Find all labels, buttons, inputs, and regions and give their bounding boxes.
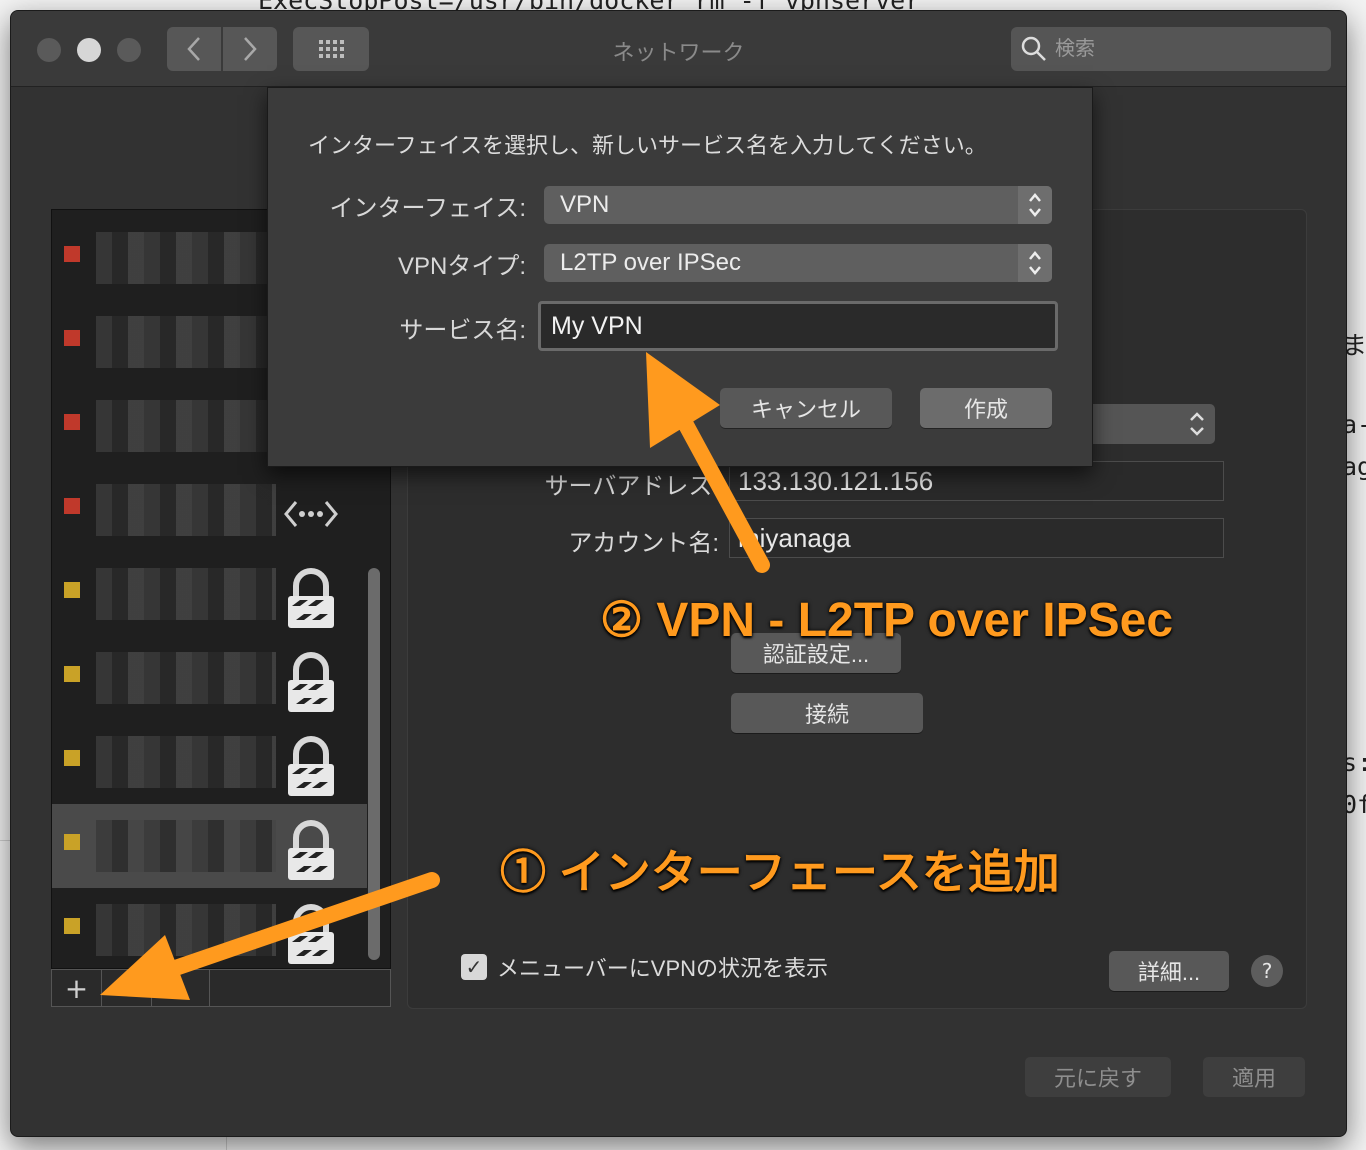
- revert-button[interactable]: 元に戻す: [1025, 1057, 1171, 1097]
- server-address-field[interactable]: 133.130.121.156: [729, 461, 1224, 501]
- status-red-icon: [64, 246, 80, 262]
- show-vpn-status-checkbox[interactable]: ✓: [461, 954, 487, 980]
- advanced-button[interactable]: 詳細...: [1109, 951, 1229, 991]
- service-row[interactable]: [52, 636, 367, 720]
- vpn-type-label: VPNタイプ:: [397, 253, 526, 280]
- service-row[interactable]: [52, 468, 367, 552]
- service-list-scrollbar[interactable]: [368, 568, 380, 960]
- network-preferences-window: ネットワーク 検索 + − ⌄ サーバアドレス: 133.130.121.156…: [10, 10, 1347, 1137]
- status-red-icon: [64, 498, 80, 514]
- server-address-label: サーバアドレス:: [544, 473, 719, 500]
- service-action-menu-button[interactable]: ⌄: [152, 970, 210, 1006]
- create-button[interactable]: 作成: [920, 388, 1052, 428]
- redacted-service-name: [96, 484, 276, 536]
- service-name-label: サービス名:: [399, 317, 526, 344]
- remove-service-button[interactable]: −: [102, 970, 152, 1006]
- status-yellow-icon: [64, 750, 80, 766]
- add-service-button[interactable]: +: [52, 970, 102, 1006]
- status-yellow-icon: [64, 834, 80, 850]
- interface-value: VPN: [560, 191, 610, 218]
- show-vpn-status-label: メニューバーにVPNの状況を表示: [497, 956, 829, 981]
- interface-popup[interactable]: VPN: [544, 186, 1052, 224]
- annotation-step1: ① インターフェースを追加: [500, 846, 1060, 898]
- interface-label: インターフェイス:: [329, 195, 526, 222]
- service-list-toolbar: + − ⌄: [51, 969, 391, 1007]
- status-red-icon: [64, 414, 80, 430]
- redacted-service-name: [96, 736, 276, 788]
- status-yellow-icon: [64, 666, 80, 682]
- title-bar: ネットワーク: [11, 11, 1346, 87]
- vpn-type-popup[interactable]: L2TP over IPSec: [544, 244, 1052, 282]
- cancel-button[interactable]: キャンセル: [720, 388, 892, 428]
- search-field[interactable]: [1011, 27, 1331, 71]
- vpn-lock-icon: [288, 568, 334, 628]
- redacted-service-name: [96, 568, 276, 620]
- redacted-service-name: [96, 652, 276, 704]
- status-yellow-icon: [64, 582, 80, 598]
- updown-chevron-icon: [1018, 244, 1052, 282]
- account-name-field[interactable]: miyanaga: [729, 518, 1224, 558]
- status-yellow-icon: [64, 918, 80, 934]
- updown-chevron-icon: [1018, 186, 1052, 224]
- vpn-lock-icon: [288, 652, 334, 712]
- new-service-sheet: インターフェイスを選択し、新しいサービス名を入力してください。 インターフェイス…: [267, 87, 1093, 467]
- vpn-lock-icon: [288, 820, 334, 880]
- redacted-service-name: [96, 232, 276, 284]
- terminal-divider: [0, 840, 10, 841]
- sheet-prompt: インターフェイスを選択し、新しいサービス名を入力してください。: [308, 133, 987, 158]
- help-button[interactable]: ?: [1251, 955, 1283, 987]
- service-row[interactable]: [52, 552, 367, 636]
- annotation-step2: ② VPN - L2TP over IPSec: [600, 594, 1174, 647]
- updown-chevron-icon: [1190, 412, 1204, 436]
- show-vpn-status-row[interactable]: ✓ メニューバーにVPNの状況を表示: [461, 951, 828, 983]
- status-red-icon: [64, 330, 80, 346]
- service-name-input[interactable]: [538, 301, 1058, 351]
- search-icon: [1021, 36, 1046, 61]
- redacted-service-name: [96, 400, 276, 452]
- vpn-lock-icon: [288, 736, 334, 796]
- account-name-label: アカウント名:: [568, 530, 719, 557]
- redacted-service-name: [96, 316, 276, 368]
- service-row[interactable]: [52, 720, 367, 804]
- connect-button[interactable]: 接続: [731, 693, 923, 733]
- vpn-lock-icon: [288, 904, 334, 964]
- service-row[interactable]: [52, 888, 367, 968]
- redacted-service-name: [96, 904, 276, 956]
- configuration-popup[interactable]: [1081, 404, 1215, 444]
- apply-button[interactable]: 適用: [1203, 1057, 1305, 1097]
- vpn-type-value: L2TP over IPSec: [560, 249, 741, 276]
- redacted-service-name: [96, 820, 276, 872]
- service-row-selected[interactable]: [52, 804, 367, 888]
- bridge-icon: [284, 501, 338, 527]
- search-input[interactable]: [1055, 37, 1305, 61]
